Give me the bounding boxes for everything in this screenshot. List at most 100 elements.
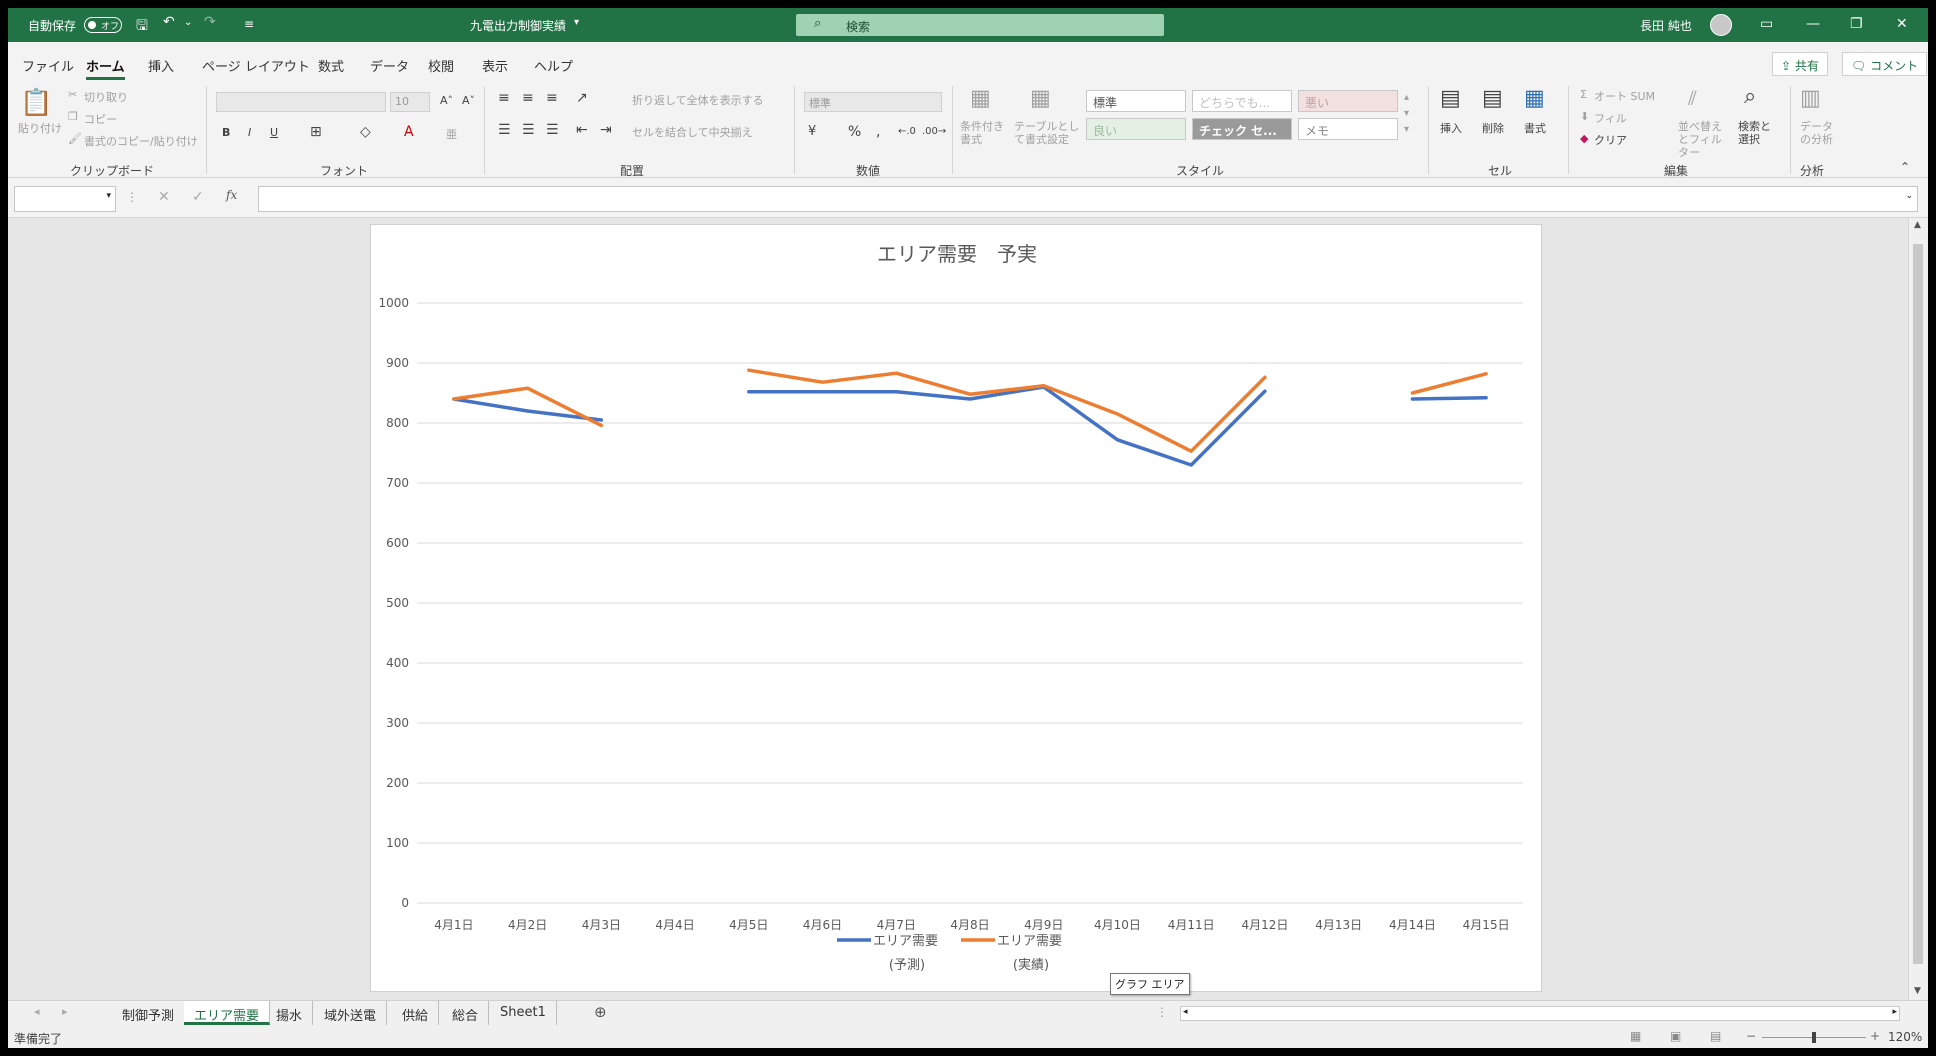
align-center-icon[interactable]: ☰ [522, 122, 535, 138]
tab-view[interactable]: 表示 [482, 56, 508, 75]
find-select-button[interactable]: 検索と選択 [1738, 120, 1778, 146]
close-icon[interactable]: ✕ [1896, 16, 1908, 32]
italic-button[interactable]: I [248, 126, 251, 139]
format-as-table-icon[interactable]: ▦ [1030, 86, 1051, 111]
redo-icon[interactable]: ↷ [204, 14, 216, 30]
ribbon-display-icon[interactable]: ▭ [1760, 16, 1773, 32]
format-painter-icon[interactable]: 🖌 [68, 132, 82, 145]
vertical-scrollbar[interactable]: ▲ ▼ [1908, 218, 1928, 1000]
cut-button[interactable]: 切り取り [84, 89, 128, 105]
sheet-tab[interactable]: Sheet1 [490, 1001, 557, 1025]
accounting-format-icon[interactable]: ¥ [808, 124, 816, 139]
user-name[interactable]: 長田 純也 [1640, 17, 1692, 34]
align-left-icon[interactable]: ☰ [498, 122, 511, 138]
font-color-icon[interactable]: A [404, 124, 414, 140]
insert-cells-icon[interactable]: ▤ [1440, 86, 1461, 111]
page-layout-view-icon[interactable]: ▣ [1670, 1029, 1681, 1043]
delete-cells-button[interactable]: 削除 [1482, 120, 1504, 136]
comment-button[interactable]: 🗨 コメント [1842, 52, 1928, 76]
fill-button[interactable]: フィル [1594, 110, 1627, 126]
tab-insert[interactable]: 挿入 [148, 56, 174, 75]
borders-icon[interactable]: ⊞ [310, 124, 322, 140]
format-as-table-button[interactable]: テーブルとして書式設定 [1014, 120, 1082, 146]
zoom-in-icon[interactable]: + [1870, 1029, 1880, 1043]
increase-indent-icon[interactable]: ⇥ [600, 122, 612, 138]
scroll-up-icon[interactable]: ▲ [1914, 220, 1921, 230]
font-name-select[interactable] [216, 92, 386, 112]
number-format-select[interactable]: 標準 [804, 92, 942, 112]
style-memo[interactable]: メモ [1298, 118, 1398, 140]
conditional-format-button[interactable]: 条件付き書式 [960, 120, 1004, 146]
file-name[interactable]: 九電出力制御実績 [470, 17, 566, 34]
undo-icon[interactable]: ↶ [163, 14, 175, 30]
restore-icon[interactable]: ❐ [1850, 16, 1863, 32]
styles-scroll-icon[interactable]: ▴ ▾ ▾ [1404, 90, 1409, 138]
line-chart[interactable]: エリア需要 予実 0 100 200 300 400 500 600 700 800 900 1000… [371, 225, 1543, 993]
page-break-view-icon[interactable]: ▤ [1710, 1029, 1721, 1043]
sheet-tab[interactable]: 制御予測 [112, 1001, 186, 1025]
tab-formulas[interactable]: 数式 [318, 56, 344, 75]
clear-button[interactable]: クリア [1594, 132, 1627, 148]
sort-filter-button[interactable]: 並べ替えとフィルター [1678, 120, 1732, 159]
paste-icon[interactable]: 📋 [20, 88, 52, 118]
zoom-slider[interactable] [1762, 1032, 1866, 1043]
shrink-font-icon[interactable]: A˅ [462, 94, 475, 107]
tab-file[interactable]: ファイル [22, 56, 74, 75]
paste-button[interactable]: 貼り付け [18, 120, 62, 136]
tab-review[interactable]: 校閲 [428, 56, 454, 75]
increase-decimal-icon[interactable]: ←.0 [898, 126, 916, 137]
scroll-right-icon[interactable]: ▸ [1892, 1007, 1897, 1017]
copy-button[interactable]: コピー [84, 111, 117, 127]
scroll-left-icon[interactable]: ◂ [1183, 1007, 1188, 1017]
data-analysis-button[interactable]: データの分析 [1800, 120, 1836, 146]
next-sheet-icon[interactable]: ▸ [62, 1005, 68, 1018]
align-middle-icon[interactable]: ≡ [522, 90, 534, 106]
tab-data[interactable]: データ [370, 56, 409, 75]
autosave-toggle[interactable]: オフ [84, 17, 122, 33]
decrease-decimal-icon[interactable]: .00→ [922, 126, 946, 137]
save-icon[interactable]: 🖫 [136, 15, 148, 39]
insert-function-icon[interactable]: fx [226, 188, 237, 202]
style-standard[interactable]: 標準 [1086, 90, 1186, 112]
zoom-slider-thumb[interactable] [1812, 1032, 1816, 1043]
chevron-down-icon[interactable]: ▾ [106, 191, 111, 201]
copy-icon[interactable]: ❐ [68, 110, 78, 123]
sheet-tab[interactable]: 総合 [442, 1001, 490, 1025]
align-right-icon[interactable]: ☰ [546, 122, 559, 138]
grow-font-icon[interactable]: A˄ [440, 94, 453, 107]
format-painter-button[interactable]: 書式のコピー/貼り付け [84, 133, 198, 149]
tab-help[interactable]: ヘルプ [534, 56, 573, 75]
sheet-tab[interactable]: 域外送電 [314, 1001, 388, 1025]
minimize-icon[interactable]: — [1806, 16, 1820, 32]
sheet-tab[interactable]: 供給 [392, 1001, 440, 1025]
style-good[interactable]: 良い [1086, 118, 1186, 140]
find-select-icon[interactable]: ⌕ [1744, 84, 1756, 109]
insert-cells-button[interactable]: 挿入 [1440, 120, 1462, 136]
cancel-icon[interactable]: ✕ [158, 189, 170, 205]
name-box[interactable]: ▾ [14, 186, 116, 212]
clear-icon[interactable]: ◆ [1580, 132, 1588, 145]
customize-qat-icon[interactable]: ≡ [244, 17, 254, 31]
underline-button[interactable]: U [270, 126, 278, 139]
zoom-level[interactable]: 120% [1888, 1030, 1922, 1044]
percent-button[interactable]: % [848, 124, 861, 140]
tab-page-layout[interactable]: ページ レイアウト [202, 56, 310, 75]
orientation-icon[interactable]: ↗ [576, 90, 588, 106]
avatar[interactable] [1710, 14, 1732, 36]
style-bad[interactable]: 悪い [1298, 90, 1398, 112]
comma-style-icon[interactable]: , [876, 124, 880, 140]
formula-input[interactable]: ⌄ [258, 186, 1918, 212]
tab-home[interactable]: ホーム [86, 56, 125, 80]
conditional-format-icon[interactable]: ▦ [970, 86, 991, 111]
chevron-down-icon[interactable]: ⌄ [184, 17, 192, 28]
collapse-ribbon-icon[interactable]: ⌃ [1900, 160, 1910, 174]
normal-view-icon[interactable]: ▦ [1630, 1029, 1641, 1043]
delete-cells-icon[interactable]: ▤ [1482, 86, 1503, 111]
expand-formula-icon[interactable]: ⌄ [1905, 191, 1913, 201]
search-input[interactable]: ⌕ 検索 [796, 14, 1164, 36]
add-sheet-icon[interactable]: ⊕ [594, 1003, 607, 1021]
phonetic-icon[interactable]: 亜 [446, 126, 457, 142]
align-top-icon[interactable]: ≡ [498, 90, 510, 106]
cut-icon[interactable]: ✂ [68, 88, 77, 101]
autosum-button[interactable]: オート SUM [1594, 88, 1655, 104]
